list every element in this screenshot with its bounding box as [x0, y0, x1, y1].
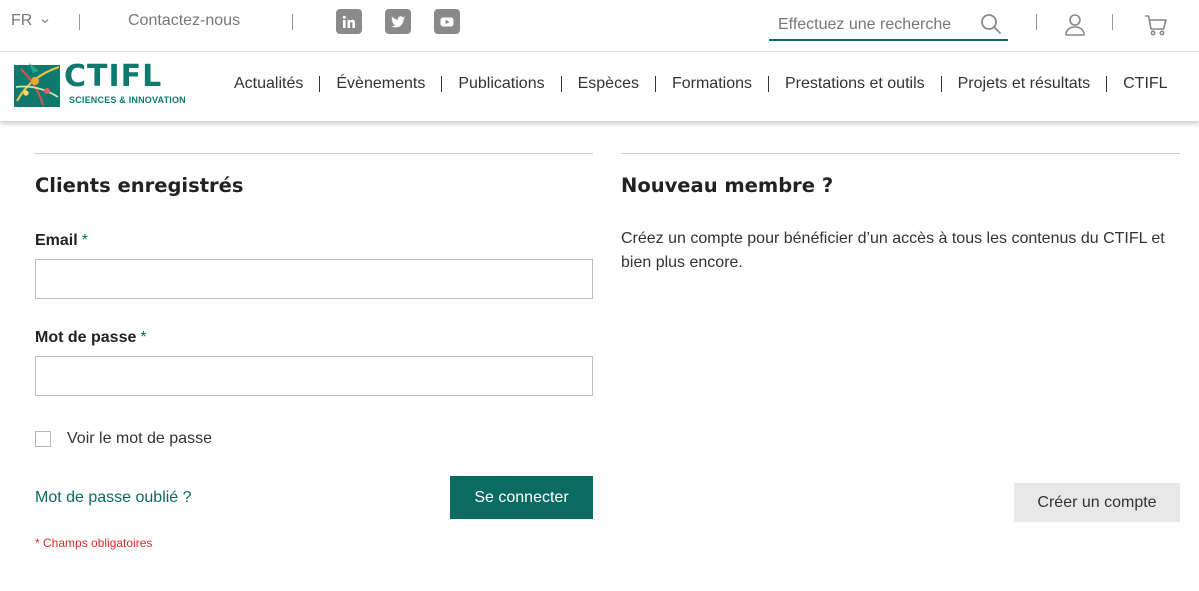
- email-label-text: Email: [35, 232, 78, 249]
- search-box: [769, 9, 1008, 41]
- search-icon[interactable]: [980, 13, 1002, 35]
- section-rule: [35, 153, 593, 154]
- password-label-text: Mot de passe: [35, 329, 137, 346]
- divider: [1112, 14, 1113, 30]
- password-label: Mot de passe *: [35, 329, 147, 347]
- nav-item-projets[interactable]: Projets et résultats: [942, 74, 1107, 94]
- main-nav: Actualités Évènements Publications Espèc…: [218, 74, 1184, 94]
- create-account-button[interactable]: Créer un compte: [1014, 483, 1180, 522]
- nav-item-actualites[interactable]: Actualités: [218, 74, 319, 94]
- divider: [1036, 14, 1037, 30]
- contact-link[interactable]: Contactez-nous: [128, 12, 240, 30]
- login-section: Clients enregistrés Email * Mot de passe *…: [35, 153, 593, 573]
- logo-tagline: SCIENCES & INNOVATION: [69, 95, 186, 105]
- required-asterisk: *: [81, 232, 88, 249]
- section-rule: [621, 153, 1180, 154]
- logo-name: CTIFL: [64, 59, 163, 94]
- twitter-icon[interactable]: [385, 9, 411, 34]
- email-label: Email *: [35, 232, 88, 250]
- nav-item-especes[interactable]: Espèces: [562, 74, 655, 94]
- show-password-label: Voir le mot de passe: [67, 430, 212, 447]
- nav-item-evenements[interactable]: Évènements: [320, 74, 441, 94]
- show-password-toggle[interactable]: Voir le mot de passe: [35, 430, 212, 448]
- cart-icon[interactable]: [1144, 13, 1168, 37]
- login-button[interactable]: Se connecter: [450, 476, 593, 519]
- language-selector[interactable]: FR: [11, 12, 50, 30]
- forgot-password-link[interactable]: Mot de passe oublié ?: [35, 489, 192, 507]
- nav-item-ctifl[interactable]: CTIFL: [1107, 74, 1183, 94]
- login-title: Clients enregistrés: [35, 174, 244, 197]
- chevron-down-icon: [41, 19, 49, 24]
- register-description: Créez un compte pour bénéficier d’un acc…: [621, 230, 1165, 271]
- register-section: Nouveau membre ? Créez un compte pour bé…: [621, 153, 1180, 573]
- show-password-checkbox[interactable]: [35, 431, 51, 447]
- password-field[interactable]: [35, 356, 593, 396]
- required-fields-note: * Champs obligatoires: [35, 536, 153, 550]
- register-title: Nouveau membre ?: [621, 174, 834, 197]
- linkedin-icon[interactable]: [336, 9, 362, 34]
- top-bar: FR Contactez-nous: [0, 0, 1199, 52]
- divider: [79, 14, 80, 30]
- email-field[interactable]: [35, 259, 593, 299]
- divider: [292, 14, 293, 30]
- nav-item-formations[interactable]: Formations: [656, 74, 768, 94]
- language-label: FR: [11, 12, 33, 29]
- main-header: CTIFL SCIENCES & INNOVATION Actualités É…: [0, 52, 1199, 121]
- required-asterisk: *: [140, 329, 147, 346]
- nav-item-publications[interactable]: Publications: [442, 74, 560, 94]
- search-input[interactable]: [778, 13, 978, 37]
- user-icon[interactable]: [1064, 13, 1086, 37]
- nav-item-prestations[interactable]: Prestations et outils: [769, 74, 941, 94]
- youtube-icon[interactable]: [434, 9, 460, 34]
